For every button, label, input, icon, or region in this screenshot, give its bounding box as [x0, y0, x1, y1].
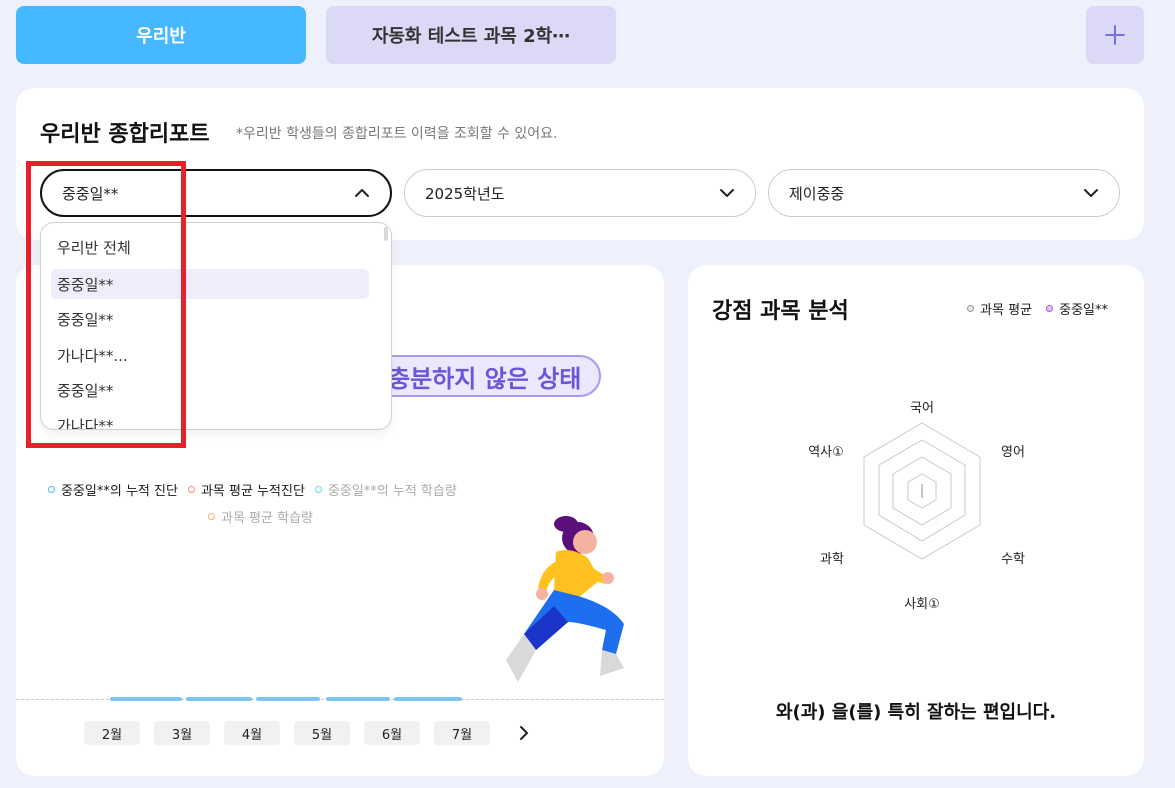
legend-dot-icon	[314, 486, 322, 493]
month-tab[interactable]: 2월	[84, 721, 140, 745]
month-selector: 2월 3월 4월 5월 6월 7월	[84, 721, 530, 745]
strength-title: 강점 과목 분석	[712, 299, 849, 324]
legend-student-study[interactable]: 중중일**의 누적 학습량	[314, 480, 457, 499]
annotation-highlight-box	[26, 161, 186, 448]
chart-bar	[326, 697, 390, 701]
legend-dot-icon	[208, 513, 215, 520]
legend-dot-icon	[967, 305, 975, 312]
chart-legend: 중중일**의 누적 진단 과목 평균 누적진단 중중일**의 누적 학습량	[48, 480, 457, 499]
runner-illustration	[506, 516, 624, 682]
radar-label-korean: 국어	[910, 401, 934, 416]
school-select-value: 제이중중	[789, 184, 845, 203]
chevron-down-icon	[1084, 189, 1098, 197]
tab-automation-test-subject[interactable]: 자동화 테스트 과목 2학⋯	[326, 6, 616, 64]
chevron-right-icon[interactable]	[518, 725, 530, 741]
strength-summary: 와(과) 을(를) 특히 잘하는 편입니다.	[775, 702, 1057, 723]
month-tab[interactable]: 7월	[434, 721, 490, 745]
month-tab[interactable]: 6월	[364, 721, 420, 745]
report-title: 우리반 종합리포트	[40, 122, 210, 147]
legend-dot-icon	[187, 486, 195, 493]
chart-bar	[394, 697, 462, 701]
legend-subject-avg[interactable]: 과목 평균	[967, 299, 1032, 318]
radar-label-history: 역사①	[808, 445, 844, 460]
add-tab-button[interactable]	[1086, 6, 1144, 64]
chart-bar	[110, 697, 182, 701]
month-tab[interactable]: 5월	[294, 721, 350, 745]
radar-legend: 과목 평균 중중일**	[967, 299, 1108, 318]
chart-bar	[186, 697, 252, 701]
strength-card: 강점 과목 분석 과목 평균 중중일** 국어 영어 수학 사회① 과학 역사①…	[688, 265, 1144, 776]
legend-student[interactable]: 중중일**	[1046, 299, 1108, 318]
legend-dot-icon	[1046, 305, 1054, 312]
radar-chart: 국어 영어 수학 사회① 과학 역사①	[808, 401, 1025, 612]
dropdown-scrollbar[interactable]	[384, 227, 388, 241]
month-tab[interactable]: 3월	[154, 721, 210, 745]
radar-label-science: 과학	[820, 552, 844, 567]
plus-icon	[1105, 25, 1125, 45]
radar-label-english: 영어	[1001, 445, 1025, 460]
chevron-down-icon	[720, 189, 734, 197]
radar-label-social: 사회①	[904, 597, 940, 612]
radar-label-math: 수학	[1001, 552, 1025, 567]
year-select-value: 2025학년도	[425, 184, 505, 203]
legend-student-diagnosis[interactable]: 중중일**의 누적 진단	[48, 480, 178, 499]
report-subtitle: *우리반 학생들의 종합리포트 이력을 조회할 수 있어요.	[236, 126, 558, 142]
legend-avg-study[interactable]: 과목 평균 학습량	[208, 507, 313, 526]
year-select[interactable]: 2025학년도	[404, 169, 756, 217]
chart-bar	[256, 697, 320, 701]
tab-our-class[interactable]: 우리반	[16, 6, 306, 64]
legend-avg-diagnosis[interactable]: 과목 평균 누적진단	[187, 480, 305, 499]
chevron-up-icon	[355, 189, 369, 197]
month-tab[interactable]: 4월	[224, 721, 280, 745]
legend-dot-icon	[48, 486, 55, 493]
chart-legend-2: 과목 평균 학습량	[208, 507, 313, 526]
school-select[interactable]: 제이중중	[768, 169, 1120, 217]
